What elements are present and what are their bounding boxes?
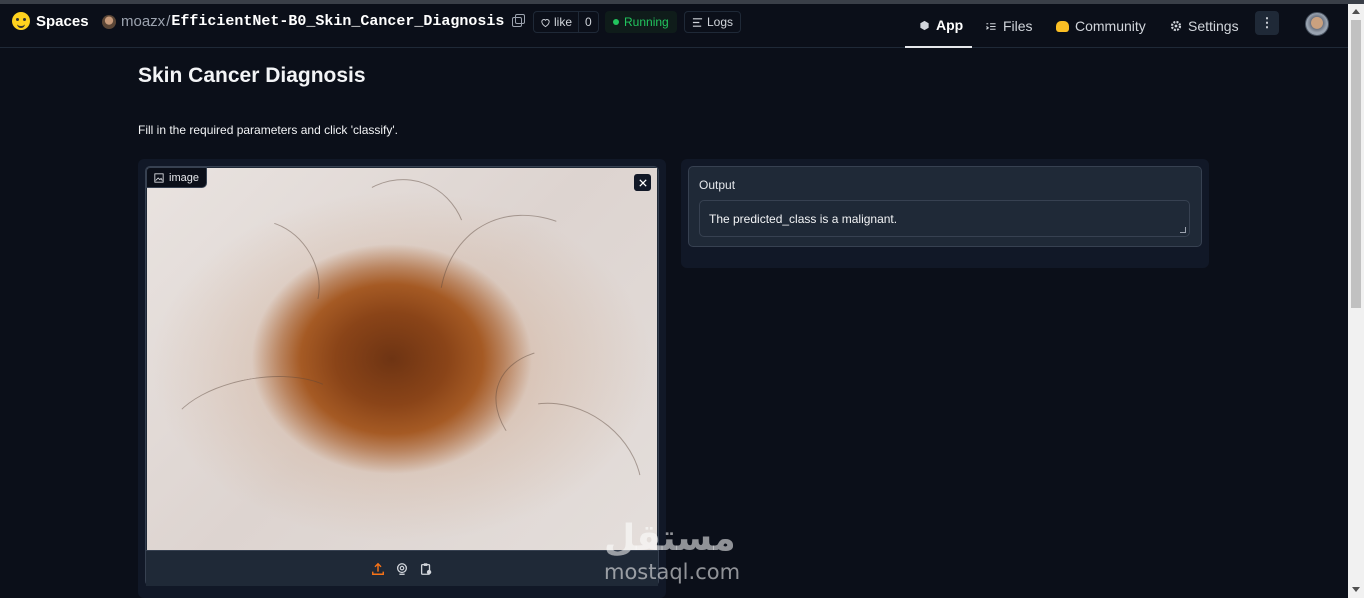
clipboard-button[interactable] [419, 562, 433, 576]
gear-icon [1170, 20, 1182, 32]
vertical-scrollbar[interactable] [1348, 4, 1364, 598]
logs-icon [692, 17, 703, 27]
owner-link[interactable]: moazx [121, 13, 165, 30]
tab-app-label: App [936, 17, 964, 33]
breadcrumb: moazx / EfficientNet-B0_Skin_Cancer_Diag… [102, 13, 526, 30]
watermark-latin: mostaql.com [604, 560, 741, 584]
watermark-arabic: مستقل [604, 518, 736, 559]
output-textbox[interactable]: The predicted_class is a malignant. [699, 200, 1190, 237]
clear-image-button[interactable] [634, 174, 651, 191]
output-label: Output [699, 178, 736, 192]
page-description: Fill in the required parameters and clic… [138, 123, 399, 137]
webcam-icon [396, 562, 408, 575]
like-button[interactable]: like 0 [533, 11, 599, 33]
close-icon [638, 178, 647, 187]
breadcrumb-separator: / [166, 13, 171, 30]
skin-lesion-image [147, 158, 709, 585]
spaces-label: Spaces [36, 12, 89, 30]
tab-app[interactable]: App [905, 4, 972, 48]
scroll-down-icon[interactable] [1352, 587, 1360, 592]
image-icon [154, 172, 164, 183]
hugging-face-icon [12, 12, 30, 30]
status-dot-icon [613, 19, 619, 25]
files-icon [986, 22, 996, 30]
image-label-text: image [169, 171, 199, 184]
more-menu-button[interactable]: ⋮ [1255, 11, 1279, 35]
image-source-toolbar [146, 550, 658, 586]
output-value: The predicted_class is a malignant. [709, 212, 898, 226]
copy-icon[interactable] [512, 13, 526, 27]
tab-community-label: Community [1075, 18, 1146, 34]
tab-files[interactable]: Files [985, 4, 1033, 48]
upload-icon [372, 562, 384, 575]
resize-handle-icon[interactable] [1180, 227, 1186, 233]
tab-community[interactable]: Community [1056, 4, 1146, 48]
scrollbar-thumb[interactable] [1351, 20, 1361, 308]
heart-icon [541, 18, 550, 27]
upload-button[interactable] [371, 562, 385, 576]
repo-name[interactable]: EfficientNet-B0_Skin_Cancer_Diagnosis [171, 13, 504, 30]
user-avatar[interactable] [1305, 12, 1329, 36]
logs-button[interactable]: Logs [684, 11, 742, 33]
page-title: Skin Cancer Diagnosis [138, 64, 366, 87]
tab-settings-label: Settings [1188, 18, 1239, 34]
community-icon [1056, 20, 1069, 32]
tab-files-label: Files [1003, 18, 1033, 34]
like-label: like [554, 15, 573, 29]
scroll-up-icon[interactable] [1352, 9, 1360, 14]
image-input-label: image [146, 167, 207, 188]
clipboard-icon [420, 562, 432, 575]
tab-settings[interactable]: Settings [1170, 4, 1239, 48]
status-label: Running [624, 15, 669, 29]
cube-icon [920, 20, 929, 30]
owner-avatar[interactable] [102, 14, 116, 29]
spaces-logo[interactable]: Spaces [12, 12, 89, 30]
like-count: 0 [578, 12, 598, 32]
webcam-button[interactable] [395, 562, 409, 576]
status-badge: Running [605, 11, 677, 33]
logs-label: Logs [707, 15, 734, 29]
